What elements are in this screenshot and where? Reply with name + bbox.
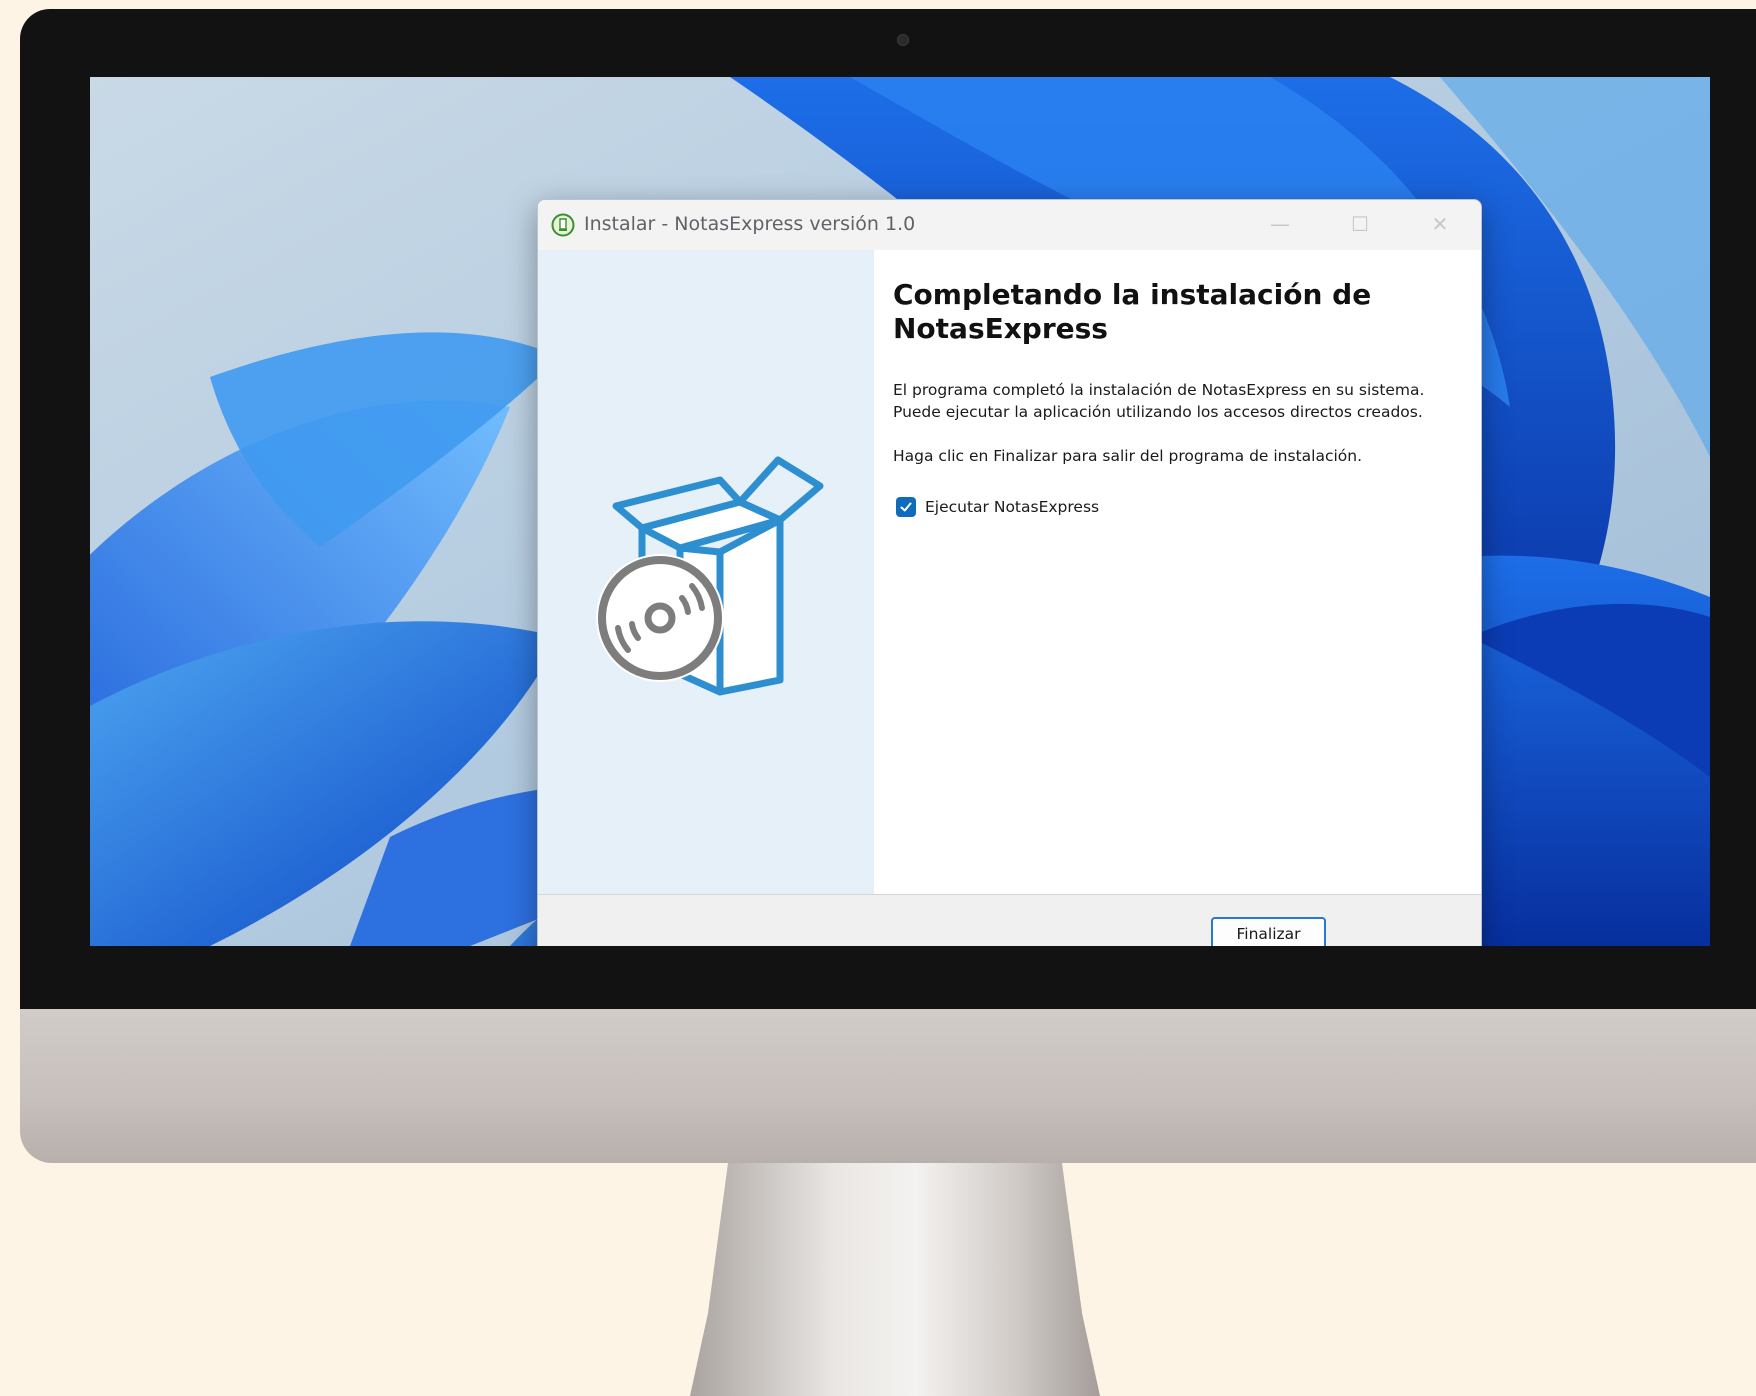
- wizard-side-panel: [538, 250, 874, 894]
- webcam: [897, 34, 909, 46]
- minimize-button[interactable]: —: [1245, 200, 1315, 248]
- title-bar[interactable]: Instalar - NotasExpress versión 1.0 — ☐ …: [538, 200, 1481, 250]
- run-app-checkbox[interactable]: [896, 497, 916, 517]
- monitor-stand: [690, 1163, 1100, 1396]
- run-app-option[interactable]: Ejecutar NotasExpress: [896, 497, 1099, 517]
- maximize-icon: ☐: [1351, 212, 1369, 236]
- checkmark-icon: [900, 502, 912, 512]
- window-title: Instalar - NotasExpress versión 1.0: [584, 213, 916, 235]
- close-icon: ✕: [1431, 212, 1449, 236]
- maximize-button[interactable]: ☐: [1325, 200, 1395, 248]
- page-title: Completando la instalación de NotasExpre…: [893, 278, 1372, 345]
- close-button[interactable]: ✕: [1405, 200, 1475, 248]
- finish-button[interactable]: Finalizar: [1211, 917, 1326, 946]
- installer-window: Instalar - NotasExpress versión 1.0 — ☐ …: [537, 199, 1482, 946]
- installer-app-icon: [551, 213, 575, 237]
- wizard-footer: Finalizar: [538, 894, 1481, 946]
- software-box-cd-icon: [596, 456, 824, 696]
- wizard-content: Completando la instalación de NotasExpre…: [874, 250, 1481, 894]
- minimize-icon: —: [1270, 212, 1290, 236]
- desktop-screen: Instalar - NotasExpress versión 1.0 — ☐ …: [90, 77, 1710, 946]
- run-app-label[interactable]: Ejecutar NotasExpress: [925, 498, 1099, 516]
- monitor-chin: [20, 1009, 1756, 1163]
- finish-instructions: Haga clic en Finalizar para salir del pr…: [893, 447, 1363, 465]
- completion-message: El programa completó la instalación de N…: [893, 381, 1425, 421]
